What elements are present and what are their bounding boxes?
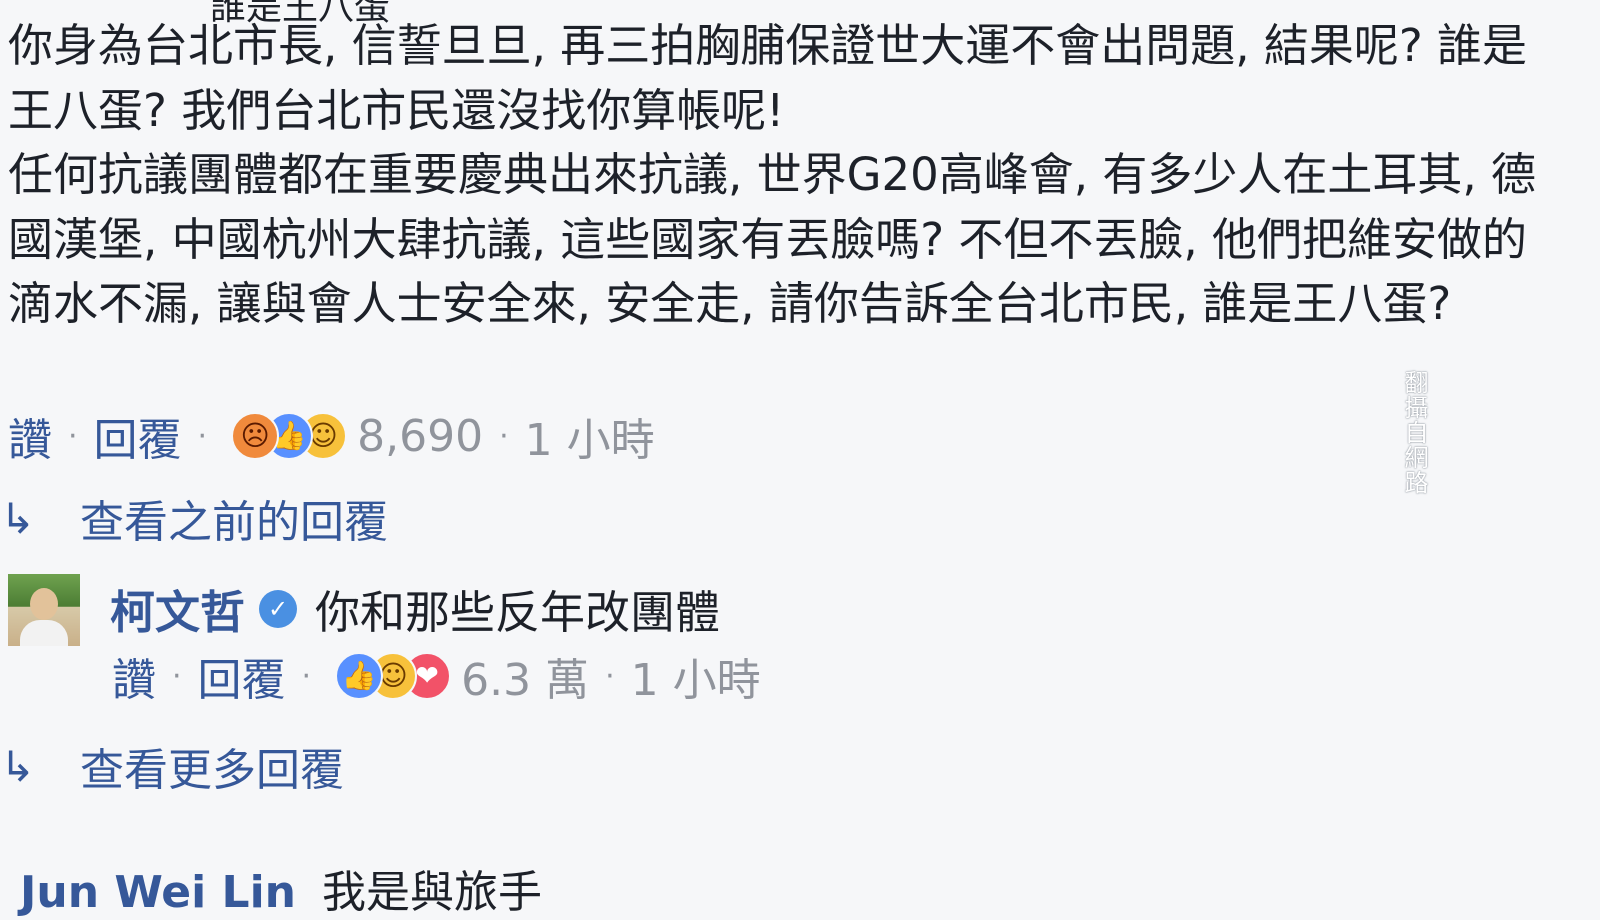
reply-author-name[interactable]: 柯文哲 <box>110 576 245 641</box>
next-comment-text: 我是與旅手 <box>322 867 542 918</box>
comment-actions: 讚 · 回覆 · ☹ 👍 ☺ 8,690 · 1 小時 <box>8 404 655 468</box>
timestamp[interactable]: 1 小時 <box>525 404 655 468</box>
comment-paragraph: 任何抗議團體都在重要慶典出來抗議, 世界G20高峰會, 有多少人在土耳其, 德國… <box>8 148 1536 330</box>
view-previous-replies-label: 查看之前的回覆 <box>80 497 388 548</box>
next-comment-author[interactable]: Jun Wei Lin <box>20 867 296 918</box>
reactions-summary[interactable]: ☹ 👍 ☺ <box>231 412 348 460</box>
reaction-count[interactable]: 6.3 萬 <box>461 644 589 708</box>
verified-badge-icon: ✓ <box>259 589 298 628</box>
watermark: 翻攝自網路 <box>1400 370 1428 495</box>
view-more-replies-label: 查看更多回覆 <box>80 745 344 796</box>
timestamp[interactable]: 1 小時 <box>631 644 761 708</box>
separator-dot: · <box>605 658 615 694</box>
like-button[interactable]: 讚 <box>112 644 156 708</box>
like-icon: 👍 <box>335 652 384 700</box>
reaction-count[interactable]: 8,690 <box>357 411 483 462</box>
separator-dot: · <box>197 418 208 454</box>
reply-button[interactable]: 回覆 <box>94 404 182 468</box>
reply-text: 你和那些反年改團體 <box>315 586 721 639</box>
next-comment: Jun Wei Lin 我是與旅手 <box>20 856 542 920</box>
angry-icon: ☹ <box>231 412 280 460</box>
comment-paragraph: 你身為台北市長, 信誓旦旦, 再三拍胸脯保證世大運不會出問題, 結果呢? 誰是王… <box>8 19 1528 137</box>
reactions-summary[interactable]: 👍 ☺ ❤ <box>335 652 452 700</box>
reply-arrow-icon: ↳ <box>0 741 36 791</box>
reply-comment: 柯文哲 ✓ 你和那些反年改團體 <box>110 576 720 641</box>
reply-button[interactable]: 回覆 <box>198 644 286 708</box>
separator-dot: · <box>499 418 509 454</box>
avatar-face <box>30 588 58 620</box>
separator-dot: · <box>172 658 182 694</box>
separator-dot: · <box>301 658 312 694</box>
avatar-shirt <box>20 620 68 646</box>
reply-actions: 讚 · 回覆 · 👍 ☺ ❤ 6.3 萬 · 1 小時 <box>112 646 761 706</box>
separator-dot: · <box>68 418 78 454</box>
like-button[interactable]: 讚 <box>8 404 52 468</box>
reply-arrow-icon: ↳ <box>0 493 36 543</box>
avatar[interactable] <box>8 574 80 646</box>
view-previous-replies-link[interactable]: ↳ 查看之前的回覆 <box>0 486 388 550</box>
view-more-replies-link[interactable]: ↳ 查看更多回覆 <box>0 734 344 798</box>
comment-body: 你身為台北市長, 信誓旦旦, 再三拍胸脯保證世大運不會出問題, 結果呢? 誰是王… <box>8 14 1568 337</box>
